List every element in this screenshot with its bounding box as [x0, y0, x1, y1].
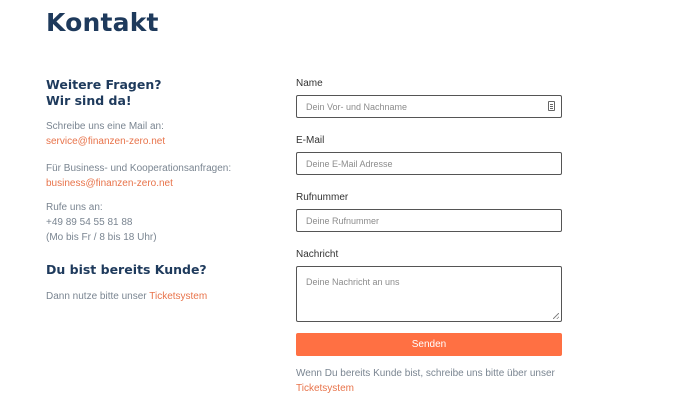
call-intro: Rufe uns an: — [46, 202, 103, 213]
mail-intro: Schreibe uns eine Mail an: — [46, 121, 164, 132]
email-label: E-Mail — [296, 135, 325, 146]
info-heading-line1: Weitere Fragen? — [46, 77, 162, 92]
info-heading: Weitere Fragen? Wir sind da! — [46, 77, 276, 109]
phone-placeholder: Deine Rufnummer — [306, 215, 380, 226]
message-label: Nachricht — [296, 249, 339, 260]
customer-note-text: Wenn Du bereits Kunde bist, schreibe uns… — [296, 368, 555, 379]
phone-field[interactable]: Deine Rufnummer — [296, 209, 562, 232]
phone-number: +49 89 54 55 81 88 — [46, 217, 133, 228]
name-field[interactable]: Dein Vor- und Nachname — [296, 95, 562, 118]
message-field[interactable]: Deine Nachricht an uns — [296, 266, 562, 322]
message-placeholder: Deine Nachricht an uns — [306, 277, 400, 287]
resize-handle-icon[interactable] — [553, 313, 559, 319]
business-mail-link[interactable]: business@finanzen-zero.net — [46, 176, 276, 191]
business-intro: Für Business- und Kooperationsanfragen: — [46, 163, 232, 174]
send-button[interactable]: Senden — [296, 333, 562, 356]
contact-card-icon[interactable] — [548, 101, 555, 111]
service-mail-link[interactable]: service@finanzen-zero.net — [46, 134, 276, 149]
customer-text: Dann nutze bitte unser Ticketsystem — [46, 289, 276, 304]
customer-note: Wenn Du bereits Kunde bist, schreibe uns… — [296, 366, 562, 396]
email-field[interactable]: Deine E-Mail Adresse — [296, 152, 562, 175]
ticketsystem-link[interactable]: Ticketsystem — [149, 291, 207, 302]
customer-text-label: Dann nutze bitte unser — [46, 291, 147, 302]
phone-label: Rufnummer — [296, 192, 349, 203]
contact-form: Name Dein Vor- und Nachname E-Mail Deine… — [296, 77, 562, 396]
info-heading-line2: Wir sind da! — [46, 93, 132, 108]
note-ticketsystem-link[interactable]: Ticketsystem — [296, 383, 354, 394]
contact-info: Weitere Fragen? Wir sind da! Schreibe un… — [46, 77, 276, 304]
customer-heading: Du bist bereits Kunde? — [46, 262, 207, 277]
email-placeholder: Deine E-Mail Adresse — [306, 158, 393, 169]
page-title: Kontakt — [46, 8, 159, 37]
name-placeholder: Dein Vor- und Nachname — [306, 101, 408, 112]
opening-hours: (Mo bis Fr / 8 bis 18 Uhr) — [46, 232, 157, 243]
name-label: Name — [296, 78, 323, 89]
